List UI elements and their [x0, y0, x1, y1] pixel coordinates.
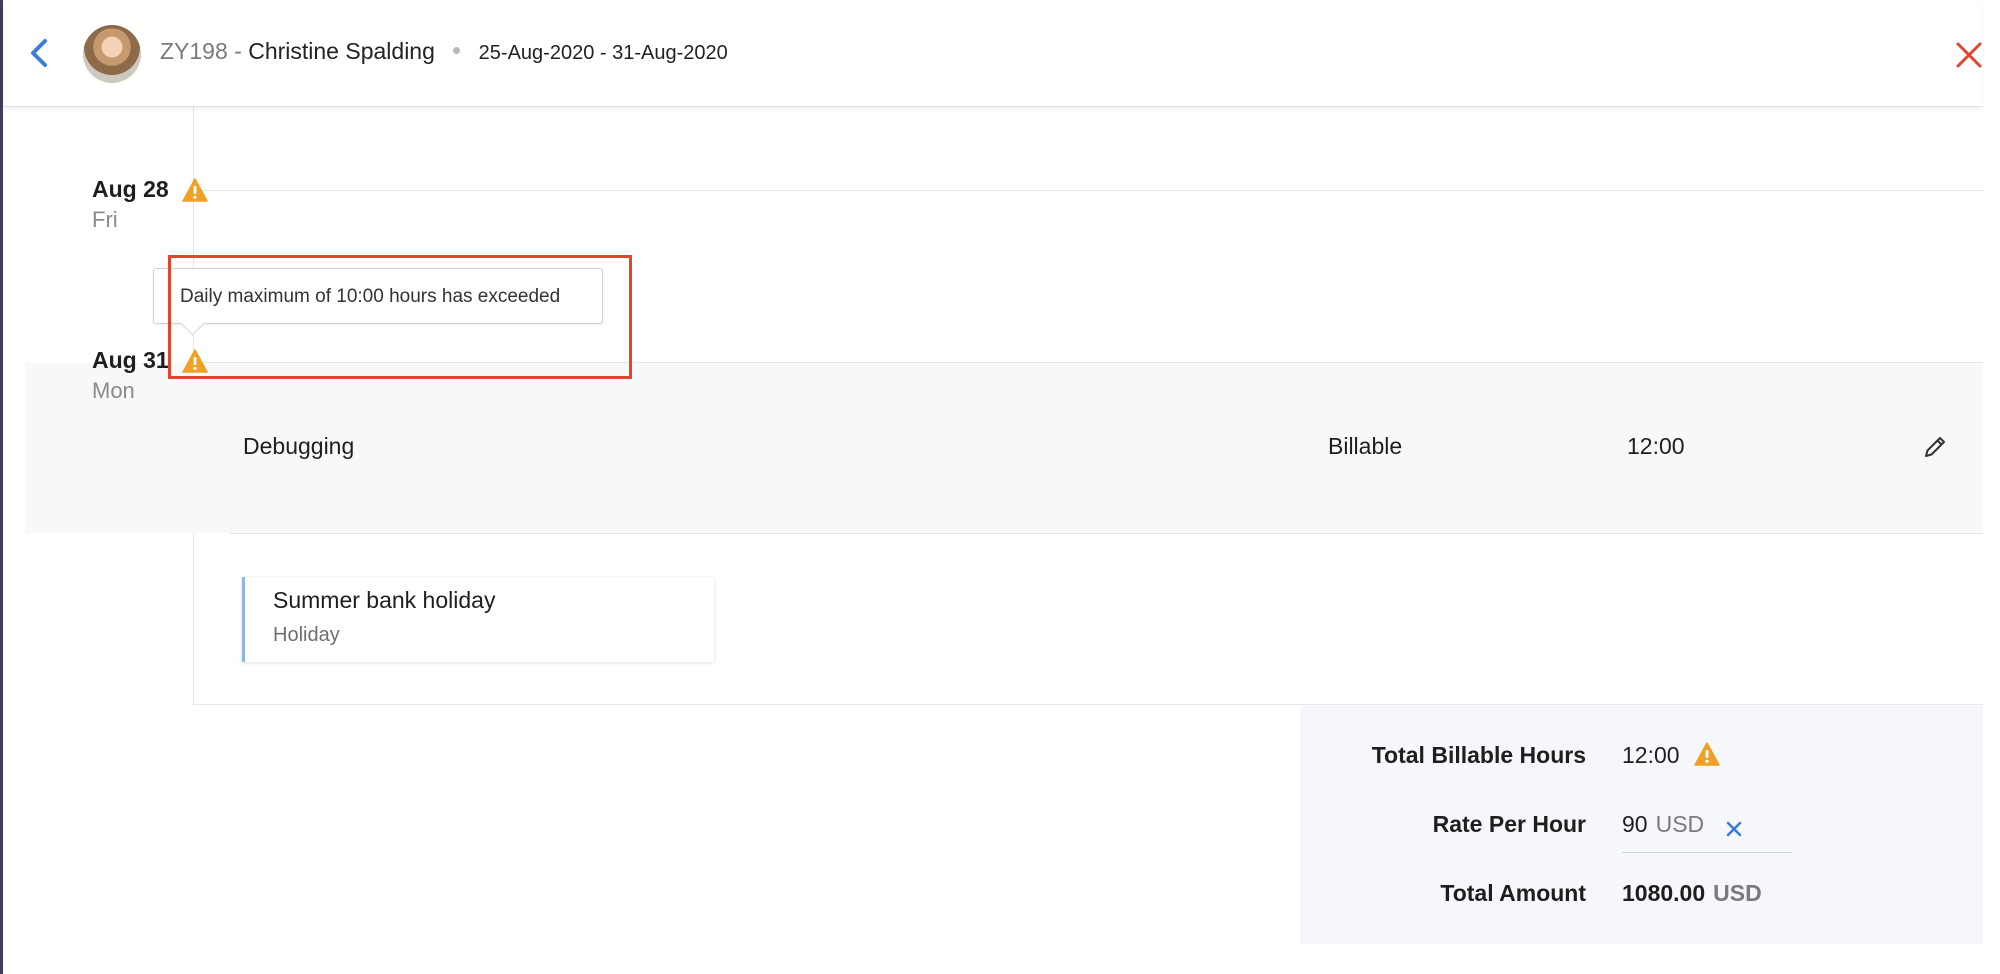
total-amount-currency: USD: [1713, 880, 1762, 906]
x-icon: [1726, 821, 1741, 837]
rate-currency: USD: [1655, 811, 1705, 837]
warning-triangle-icon[interactable]: [182, 178, 208, 202]
total-billable-hours-label: Total Billable Hours: [1371, 742, 1586, 768]
window-left-edge: [0, 0, 3, 974]
row-separator: [193, 704, 1983, 705]
row-separator: [230, 533, 1983, 534]
holiday-card[interactable]: Summer bank holiday Holiday: [242, 577, 714, 662]
day-weekday: Mon: [92, 378, 135, 403]
day-label-aug-28: Aug 28 Fri: [92, 176, 169, 233]
warning-triangle-icon[interactable]: [1694, 742, 1720, 772]
close-button[interactable]: [1954, 40, 1984, 70]
total-billable-hours-value: 12:00: [1622, 742, 1720, 772]
total-amount-value: 1080.00 USD: [1622, 880, 1762, 907]
employee-avatar: [83, 25, 141, 83]
day-date: Aug 28: [92, 176, 169, 202]
entry-task: Debugging: [243, 433, 355, 459]
window-right-gutter: [1983, 0, 2000, 974]
pencil-icon: [1925, 437, 1945, 457]
summary-panel: Total Billable Hours 12:00 Rate Per Hour…: [1300, 706, 1983, 944]
rate-input-underline: [1622, 852, 1792, 853]
employee-code: ZY198: [160, 38, 228, 64]
time-entry-row[interactable]: Debugging Billable 12:00: [25, 363, 1983, 533]
total-amount-label: Total Amount: [1440, 880, 1586, 906]
dot-separator: [453, 47, 461, 55]
holiday-type: Holiday: [273, 624, 340, 646]
highlight-annotation-box: [168, 255, 632, 379]
edit-entry-button[interactable]: [1921, 433, 1949, 461]
day-label-aug-31: Aug 31 Mon: [92, 347, 169, 404]
rate-per-hour-value: 90: [1622, 811, 1648, 837]
holiday-title: Summer bank holiday: [273, 587, 496, 613]
entry-hours: 12:00: [1627, 433, 1685, 459]
day-weekday: Fri: [92, 207, 118, 232]
rate-per-hour-field[interactable]: 90 USD: [1622, 811, 1743, 838]
rate-per-hour-label: Rate Per Hour: [1432, 811, 1586, 837]
back-button[interactable]: [23, 33, 57, 73]
clear-rate-button[interactable]: [1725, 817, 1743, 837]
date-range: 25-Aug-2020 - 31-Aug-2020: [478, 42, 728, 64]
total-billable-hours-number: 12:00: [1622, 742, 1680, 768]
timesheet-header: ZY198 - Christine Spalding 25-Aug-2020 -…: [3, 0, 1983, 107]
day-date: Aug 31: [92, 347, 169, 373]
row-separator: [193, 190, 1983, 191]
employee-name: Christine Spalding: [248, 38, 435, 64]
page-title: ZY198 - Christine Spalding 25-Aug-2020 -…: [160, 38, 728, 65]
title-separator: -: [234, 38, 242, 64]
total-amount-number: 1080.00: [1622, 880, 1706, 906]
close-icon: [1956, 42, 1982, 68]
entry-billing-type: Billable: [1328, 433, 1403, 459]
chevron-left-icon: [31, 39, 47, 67]
